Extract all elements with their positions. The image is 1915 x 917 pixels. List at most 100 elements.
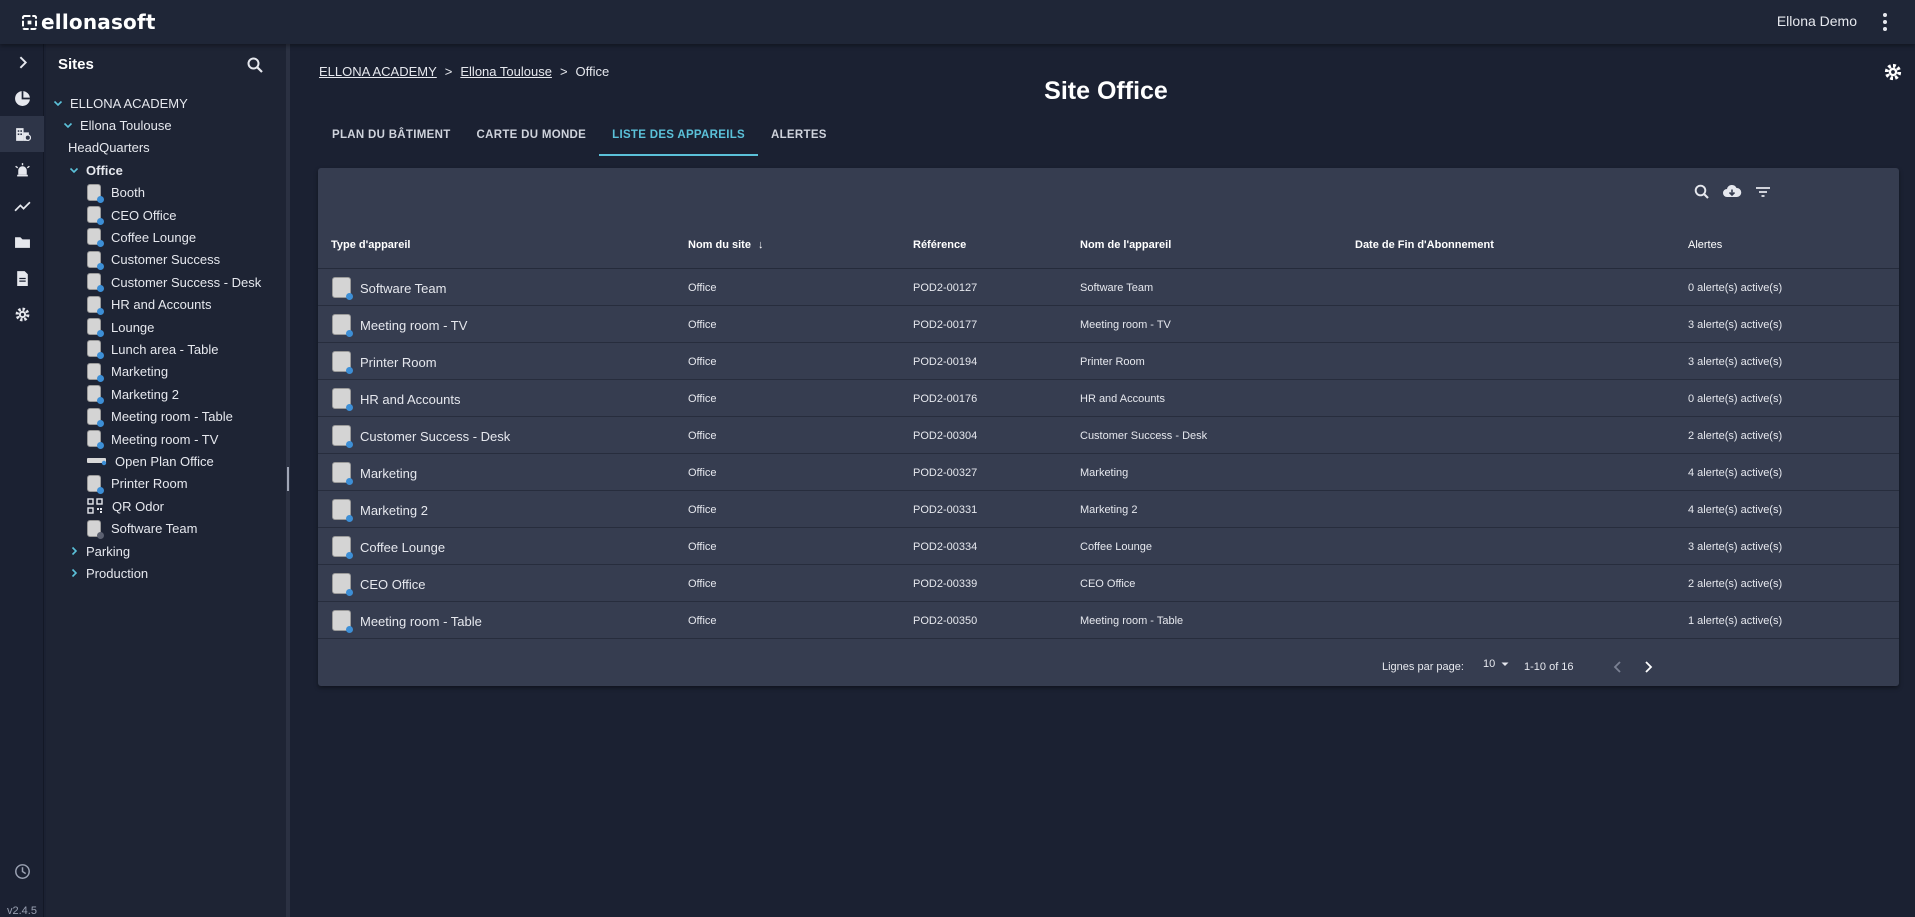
table-row[interactable]: Meeting room - Table Office POD2-00350 Meet… — [318, 602, 1899, 639]
tree-item[interactable]: Ellona Toulouse — [62, 115, 172, 135]
more-menu-icon[interactable] — [1875, 10, 1895, 34]
sensor-device-icon — [86, 272, 104, 293]
column-header-site[interactable]: Nom du site ↓ — [688, 239, 764, 251]
tree-item-label: Ellona Toulouse — [80, 117, 172, 133]
next-page-icon[interactable] — [1640, 659, 1656, 675]
rows-per-page-select[interactable]: 10 — [1483, 658, 1510, 670]
chevron-right-icon[interactable] — [68, 567, 80, 579]
tab-alerts[interactable]: ALERTES — [758, 119, 840, 156]
cell-alerts: 3 alerte(s) active(s) — [1688, 356, 1783, 368]
cell-site: Office — [688, 282, 717, 294]
tree-item[interactable]: Marketing — [86, 362, 168, 382]
buildings-icon[interactable] — [0, 116, 44, 152]
column-header-end-date[interactable]: Date de Fin d'Abonnement — [1355, 239, 1494, 251]
cell-alerts: 3 alerte(s) active(s) — [1688, 319, 1783, 331]
tree-item[interactable]: ELLONA ACADEMY — [52, 93, 188, 113]
table-row[interactable]: Software Team Office POD2-00127 Software Te… — [318, 269, 1899, 306]
sensor-device-icon — [331, 498, 353, 522]
tree-item[interactable]: Marketing 2 — [86, 384, 179, 405]
cell-reference: POD2-00304 — [913, 430, 978, 442]
chevron-down-icon[interactable] — [68, 164, 80, 176]
sensor-device-icon — [86, 295, 104, 315]
table-row[interactable]: Meeting room - TV Office POD2-00177 Meeting… — [318, 306, 1899, 343]
column-header-device-name[interactable]: Nom de l'appareil — [1080, 239, 1171, 251]
chevron-right-icon[interactable] — [68, 545, 80, 557]
chevron-down-icon[interactable] — [52, 97, 64, 109]
column-header-type[interactable]: Type d'appareil — [331, 239, 410, 251]
document-icon[interactable] — [0, 260, 44, 296]
tree-item-label: Meeting room - TV — [111, 431, 219, 447]
rows-per-page-value: 10 — [1483, 658, 1496, 670]
expand-icon[interactable] — [0, 44, 44, 80]
column-header-reference[interactable]: Référence — [913, 239, 966, 251]
tree-item[interactable]: Meeting room - Table — [86, 407, 233, 427]
table-row[interactable]: Customer Success - Desk Office POD2-00304 C… — [318, 417, 1899, 454]
sensor-device-icon — [86, 250, 104, 270]
tree-item[interactable]: Production — [68, 563, 148, 583]
tree-item[interactable]: HeadQuarters — [68, 138, 150, 158]
tree-item[interactable]: Printer Room — [86, 474, 188, 494]
cell-device-name: Meeting room - TV — [1080, 319, 1171, 331]
tree-item[interactable]: Open Plan Office — [86, 451, 214, 471]
tree-item[interactable]: Customer Success — [86, 250, 220, 270]
sensor-device-icon — [86, 227, 104, 248]
cloud-download-icon[interactable] — [1722, 182, 1742, 202]
tree-item[interactable]: CEO Office — [86, 205, 177, 225]
tree-item[interactable]: Coffee Lounge — [86, 227, 196, 248]
tree-item-label: HeadQuarters — [68, 140, 150, 156]
device-type-label: CEO Office — [360, 576, 426, 592]
table-row[interactable]: Marketing Office POD2-00327 Marketing 4 aler… — [318, 454, 1899, 491]
table-row[interactable]: Coffee Lounge Office POD2-00334 Coffee Loun… — [318, 528, 1899, 565]
tab-device-list[interactable]: LISTE DES APPAREILS — [599, 119, 758, 156]
table-row[interactable]: Marketing 2 Office POD2-00331 Marketing 2 4 … — [318, 491, 1899, 528]
folder-icon[interactable] — [0, 224, 44, 260]
table-row[interactable]: HR and Accounts Office POD2-00176 HR and Ac… — [318, 380, 1899, 417]
page-settings-icon[interactable] — [1883, 62, 1903, 82]
tree-item[interactable]: Meeting room - TV — [86, 429, 218, 449]
chevron-down-icon[interactable] — [62, 119, 74, 131]
tree-item[interactable]: HR and Accounts — [86, 295, 211, 315]
sensor-device-icon — [331, 424, 353, 448]
splitter-handle-icon[interactable] — [287, 467, 289, 491]
cell-site: Office — [688, 319, 717, 331]
device-type-label: Coffee Lounge — [360, 539, 446, 555]
tab-building-plan[interactable]: PLAN DU BÂTIMENT — [319, 119, 464, 156]
table-search-icon[interactable] — [1692, 182, 1712, 202]
tree-item[interactable]: Software Team — [86, 519, 197, 539]
brand-logo[interactable]: ellonasoft — [22, 10, 156, 34]
tree-item[interactable]: Lunch area - Table — [86, 339, 218, 360]
user-name[interactable]: Ellona Demo — [1777, 13, 1857, 29]
column-header-alerts[interactable]: Alertes — [1688, 239, 1722, 251]
sensor-device-icon — [86, 519, 104, 539]
tree-item-label: HR and Accounts — [111, 297, 212, 313]
tree-item[interactable]: Customer Success - Desk — [86, 272, 261, 293]
cell-device-type: Marketing — [331, 461, 417, 485]
tree-item[interactable]: Office — [68, 160, 123, 180]
tree-item-label: Printer Room — [111, 476, 188, 492]
table-row[interactable]: Printer Room Office POD2-00194 Printer Room… — [318, 343, 1899, 380]
cell-device-type: HR and Accounts — [331, 387, 460, 411]
filter-icon[interactable] — [1753, 182, 1773, 202]
tree-item[interactable]: Booth — [86, 183, 145, 203]
tree-item-label: CEO Office — [111, 207, 177, 223]
cell-site: Office — [688, 356, 717, 368]
sensor-device-icon — [331, 313, 353, 337]
tree-item[interactable]: Lounge — [86, 317, 154, 337]
table-row[interactable]: CEO Office Office POD2-00339 CEO Office 2 al… — [318, 565, 1899, 602]
sensor-device-icon — [331, 350, 353, 374]
tree-item[interactable]: QR Odor — [86, 496, 164, 516]
pagination-range: 1-10 of 16 — [1524, 661, 1574, 673]
cell-device-name: CEO Office — [1080, 578, 1136, 590]
alarm-icon[interactable] — [0, 152, 44, 188]
sensor-device-icon — [86, 183, 104, 203]
sensor-device-icon — [331, 535, 353, 559]
tree-item[interactable]: Parking — [68, 541, 130, 561]
settings-icon[interactable] — [0, 296, 44, 332]
device-type-label: Software Team — [360, 280, 447, 296]
tab-world-map[interactable]: CARTE DU MONDE — [464, 119, 600, 156]
dashboard-icon[interactable] — [0, 80, 44, 116]
search-icon[interactable] — [246, 56, 264, 74]
trend-icon[interactable] — [0, 188, 44, 224]
previous-page-icon[interactable] — [1610, 659, 1626, 675]
history-icon[interactable] — [0, 853, 44, 889]
